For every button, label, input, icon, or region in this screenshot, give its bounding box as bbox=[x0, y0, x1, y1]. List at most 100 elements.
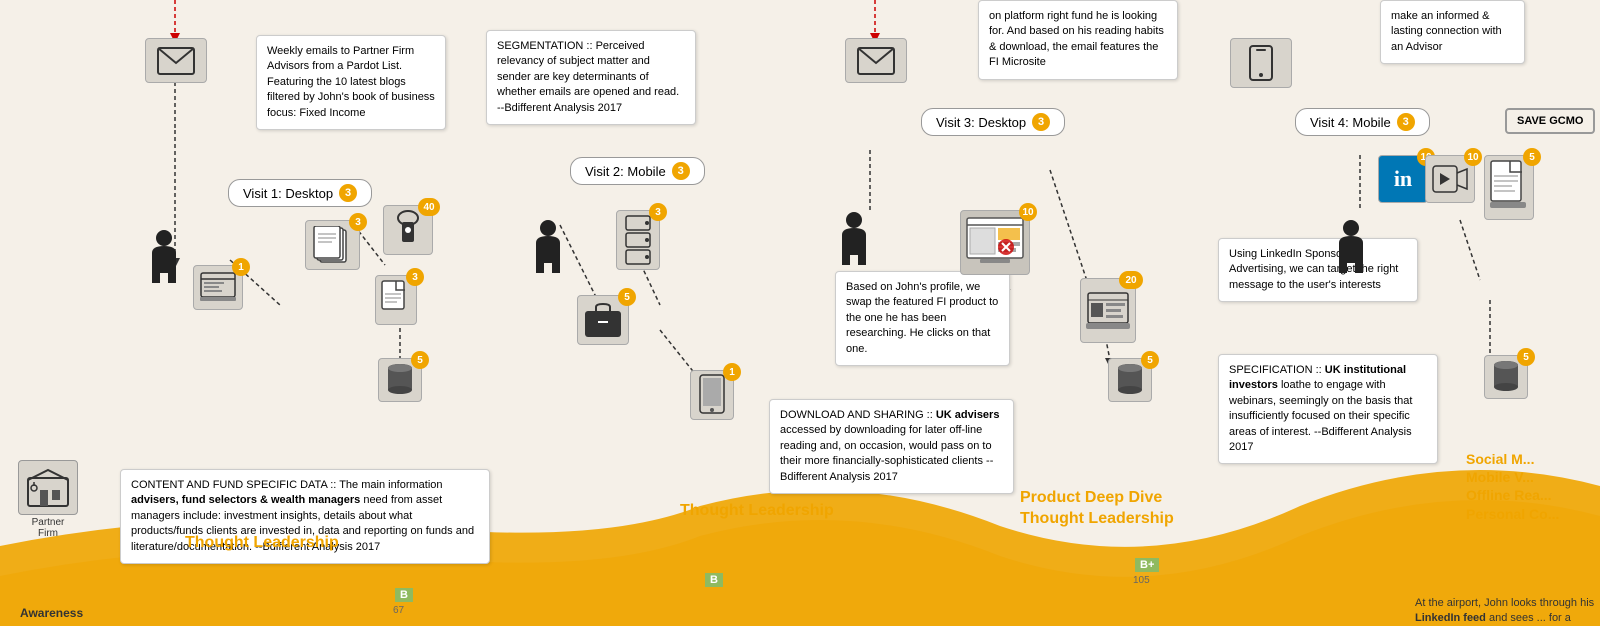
score-67: 67 bbox=[393, 605, 404, 616]
partner-firm-icon bbox=[18, 460, 78, 515]
db-icon-box-1: 5 bbox=[378, 358, 422, 402]
bottom-label-4-line2: Mobile V... bbox=[1466, 468, 1559, 486]
person-icon-1 bbox=[148, 228, 180, 283]
doc-icon-4: 5 bbox=[1484, 155, 1534, 220]
db-badge-3: 5 bbox=[1141, 351, 1159, 369]
bottom-label-4-line3: Offline Rea... bbox=[1466, 486, 1559, 504]
bottom-label-3: Product Deep Dive Thought Leadership bbox=[1020, 488, 1174, 530]
docs-icon-box-1: 3 bbox=[305, 220, 360, 270]
annotation-9: Using LinkedIn Sponsored Advertising, we… bbox=[1218, 238, 1418, 302]
partner-firm-node: PartnerFirm bbox=[18, 460, 78, 539]
annotation-9-text: Using LinkedIn Sponsored Advertising, we… bbox=[1229, 248, 1398, 291]
doc-badge-4: 5 bbox=[1523, 148, 1541, 166]
db-badge-1: 5 bbox=[411, 351, 429, 369]
microsite-icon-box-3: 10 bbox=[960, 210, 1030, 275]
email-icon-node bbox=[145, 38, 207, 83]
annotation-3: on platform right fund he is looking for… bbox=[978, 0, 1178, 80]
filter-icon-box-1: 40 bbox=[383, 205, 433, 255]
tablet-icon-box-2: 1 bbox=[690, 370, 734, 420]
bottom-label-3-line1: Product Deep Dive bbox=[1020, 488, 1174, 509]
visit-2-label: Visit 2: Mobile 3 bbox=[570, 157, 705, 185]
person-icon-4 bbox=[1335, 218, 1367, 273]
score-badge-bplus: B+ bbox=[1135, 558, 1159, 572]
video-icon-4: 10 bbox=[1425, 155, 1475, 203]
visit-4-label: Visit 4: Mobile 3 bbox=[1295, 108, 1430, 136]
visit-1-label: Visit 1: Desktop 3 bbox=[228, 179, 372, 207]
annotation-4-text: make an informed & lasting connection wi… bbox=[1391, 10, 1502, 53]
save-gcmo-button[interactable]: SAVE GCMO bbox=[1505, 108, 1595, 134]
visit-3-badge: 3 bbox=[1032, 113, 1050, 131]
annotation-6: DOWNLOAD AND SHARING :: UK advisers acce… bbox=[769, 399, 1014, 494]
doc-icon-box-4: 5 bbox=[1484, 155, 1534, 220]
video-icon-box-4: 10 bbox=[1425, 155, 1475, 203]
db-icon-box-4: 5 bbox=[1484, 355, 1528, 399]
person-icon-2 bbox=[532, 218, 564, 273]
report-icon-box-3: 20 bbox=[1080, 278, 1136, 343]
save-gcmo-label: SAVE GCMO bbox=[1505, 108, 1595, 134]
server-icon-2: 3 bbox=[616, 210, 660, 270]
visit-4-text: Visit 4: Mobile bbox=[1310, 115, 1391, 130]
email-icon-box bbox=[145, 38, 207, 83]
bottom-label-2: Thought Leadership bbox=[680, 502, 834, 520]
annotation-6-text: DOWNLOAD AND SHARING :: UK advisers acce… bbox=[780, 409, 999, 483]
bottom-label-1-text: Thought Leadership bbox=[185, 534, 339, 551]
linkedin-icon-box-4: 10 in bbox=[1378, 155, 1428, 203]
annotation-1: Weekly emails to Partner Firm Advisors f… bbox=[256, 35, 446, 130]
briefcase-icon-box-2: 5 bbox=[577, 295, 629, 345]
website-badge-1: 1 bbox=[232, 258, 250, 276]
docs-icon-1: 3 bbox=[305, 220, 360, 270]
phone-icon-box bbox=[1230, 38, 1292, 88]
score-105: 105 bbox=[1133, 575, 1150, 586]
journey-map-canvas: SAVE GCMO Visit 1: Desktop 3 Visit 2: Mo… bbox=[0, 0, 1600, 626]
email-icon-2 bbox=[857, 47, 895, 75]
phone-icon-node bbox=[1230, 38, 1292, 88]
annotation-5-text: Based on John's profile, we swap the fea… bbox=[846, 281, 998, 355]
bottom-label-4: Social M... Mobile V... Offline Rea... P… bbox=[1466, 450, 1559, 523]
annotation-1-text: Weekly emails to Partner Firm Advisors f… bbox=[267, 45, 435, 119]
server-icon-box-2: 3 bbox=[616, 210, 660, 270]
bottom-label-2-text: Thought Leadership bbox=[680, 502, 834, 519]
bottom-label-3-line2: Thought Leadership bbox=[1020, 509, 1174, 530]
bottom-label-1: Thought Leadership bbox=[185, 534, 339, 552]
db-icon-4: 5 bbox=[1484, 355, 1528, 399]
microsite-icon-3: 10 bbox=[960, 210, 1030, 275]
docs-badge-1: 3 bbox=[349, 213, 367, 231]
briefcase-icon-2: 5 bbox=[577, 295, 629, 345]
visit-3-text: Visit 3: Desktop bbox=[936, 115, 1026, 130]
phone-icon bbox=[1242, 44, 1280, 82]
db-badge-4: 5 bbox=[1517, 348, 1535, 366]
bottom-label-4-line1: Social M... bbox=[1466, 450, 1559, 468]
visit-1-badge: 3 bbox=[339, 184, 357, 202]
website-icon-1: 1 bbox=[193, 265, 243, 310]
db-icon-box-3: 5 bbox=[1108, 358, 1152, 402]
server-badge-2: 3 bbox=[649, 203, 667, 221]
video-badge-4: 10 bbox=[1464, 148, 1482, 166]
email-icon bbox=[157, 47, 195, 75]
annotation-8-text: SPECIFICATION :: UK institutional invest… bbox=[1229, 364, 1412, 453]
bottom-label-4-line4: Personal Co... bbox=[1466, 505, 1559, 523]
filter-icon-1: 40 bbox=[383, 205, 433, 255]
doc-badge-1: 3 bbox=[406, 268, 424, 286]
db-icon-1: 5 bbox=[378, 358, 422, 402]
microsite-badge-3: 10 bbox=[1019, 203, 1037, 221]
score-badge-b-1: B bbox=[395, 588, 413, 602]
tablet-icon-2: 1 bbox=[690, 370, 734, 420]
email-icon-box-2 bbox=[845, 38, 907, 83]
person-icon-3 bbox=[838, 210, 870, 265]
email-icon-node-2 bbox=[845, 38, 907, 83]
annotation-8: SPECIFICATION :: UK institutional invest… bbox=[1218, 354, 1438, 464]
annotation-5: Based on John's profile, we swap the fea… bbox=[835, 271, 1010, 366]
annotation-3-text: on platform right fund he is looking for… bbox=[989, 10, 1164, 68]
website-icon-box-1: 1 bbox=[193, 265, 243, 310]
visit-2-text: Visit 2: Mobile bbox=[585, 164, 666, 179]
doc-icon-1: 3 bbox=[375, 275, 417, 325]
linkedin-text: in bbox=[1394, 166, 1412, 192]
briefcase-badge-2: 5 bbox=[618, 288, 636, 306]
annotation-4: make an informed & lasting connection wi… bbox=[1380, 0, 1525, 64]
report-badge-3: 20 bbox=[1119, 271, 1143, 289]
score-badge-b-2: B bbox=[705, 573, 723, 587]
filter-badge-1: 40 bbox=[418, 198, 440, 216]
linkedin-bottom-text: At the airport, John looks through his L… bbox=[1415, 596, 1600, 626]
db-icon-3: 5 bbox=[1108, 358, 1152, 402]
doc-icon-box-1: 3 bbox=[375, 275, 417, 325]
